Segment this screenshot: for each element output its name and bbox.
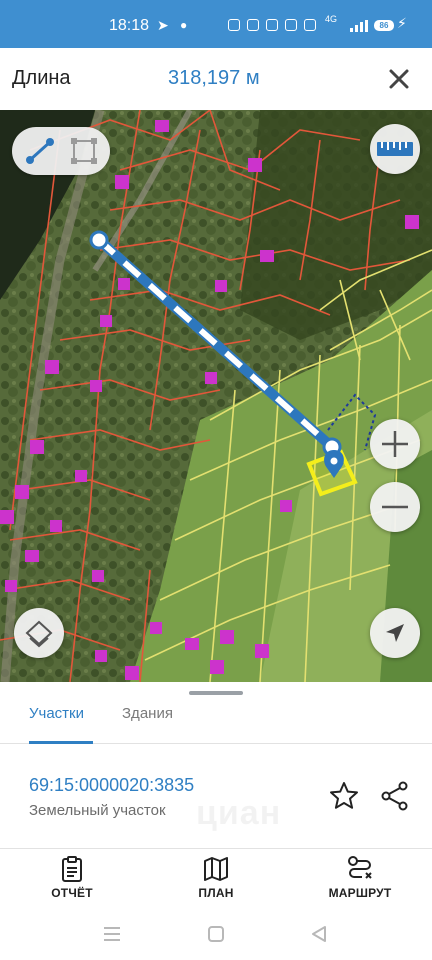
close-button[interactable] — [382, 62, 416, 96]
drag-handle[interactable] — [189, 691, 243, 695]
favorite-button[interactable] — [329, 781, 359, 811]
measure-header: Длина 318,197 м — [0, 48, 432, 110]
telegram-icon: ➤ — [157, 17, 169, 33]
zoom-out-button[interactable] — [370, 482, 420, 532]
map-view[interactable] — [0, 110, 432, 682]
zoom-out-icon — [382, 505, 408, 509]
battery-level: 86 — [374, 20, 394, 31]
status-bar: 18:18 ➤ ● 4G 86 ⚡ — [0, 0, 432, 48]
close-icon — [389, 69, 409, 89]
status-icons — [228, 19, 316, 31]
car-icon — [228, 19, 240, 31]
report-button[interactable]: ОТЧЁТ — [22, 855, 122, 900]
line-tool-icon — [26, 138, 54, 164]
charging-icon: ⚡ — [397, 15, 407, 31]
my-location-icon — [386, 624, 404, 642]
cian-watermark: циан — [196, 794, 282, 832]
location-icon — [285, 19, 297, 31]
route-button[interactable]: МАРШРУТ — [310, 855, 410, 900]
parcel-info-sheet: Участки Здания циан 69:15:0000020:3835 З… — [0, 682, 432, 922]
plan-label: ПЛАН — [198, 886, 234, 900]
tab-buildings[interactable]: Здания — [122, 704, 173, 744]
measure-tool-toggle — [12, 127, 110, 175]
bottom-nav: ОТЧЁТ ПЛАН МАРШРУТ — [0, 849, 432, 909]
bluetooth-icon — [266, 19, 278, 31]
sheet-tabs: Участки Здания — [0, 704, 432, 744]
recent-apps-icon[interactable] — [104, 927, 120, 941]
home-icon[interactable] — [208, 926, 224, 942]
report-label: ОТЧЁТ — [51, 886, 93, 900]
active-tab-indicator — [29, 741, 93, 744]
share-button[interactable] — [380, 781, 410, 811]
area-tool-icon — [71, 138, 97, 164]
star-icon — [330, 782, 358, 809]
share-icon — [381, 781, 408, 811]
route-label: МАРШРУТ — [328, 886, 392, 900]
route-icon — [348, 856, 372, 879]
parcel-type: Земельный участок — [29, 802, 166, 819]
report-icon — [62, 856, 82, 882]
signal-icon — [350, 20, 368, 32]
nfc-icon — [247, 19, 259, 31]
my-location-button[interactable] — [370, 608, 420, 658]
ruler-icon — [377, 142, 413, 156]
volte-icon — [304, 19, 316, 31]
map-plan-icon — [204, 857, 228, 881]
tab-parcels[interactable]: Участки — [29, 704, 84, 744]
notification-dot-icon: ● — [180, 18, 188, 32]
layers-button[interactable] — [14, 608, 64, 658]
back-icon[interactable] — [310, 925, 328, 943]
network-type: 4G — [325, 14, 338, 24]
plan-button[interactable]: ПЛАН — [166, 855, 266, 900]
line-tool-button[interactable] — [24, 137, 56, 165]
ruler-button[interactable] — [370, 124, 420, 174]
system-nav-bar — [0, 908, 432, 960]
header-title: Длина — [12, 67, 71, 89]
cadastral-number[interactable]: 69:15:0000020:3835 — [29, 775, 194, 796]
layers-icon — [25, 620, 53, 648]
zoom-in-button[interactable] — [370, 419, 420, 469]
measured-length: 318,197 м — [168, 67, 260, 89]
satellite-map — [0, 110, 432, 682]
area-tool-button[interactable] — [68, 137, 100, 165]
zoom-in-icon — [382, 431, 408, 457]
status-time: 18:18 — [109, 17, 150, 34]
